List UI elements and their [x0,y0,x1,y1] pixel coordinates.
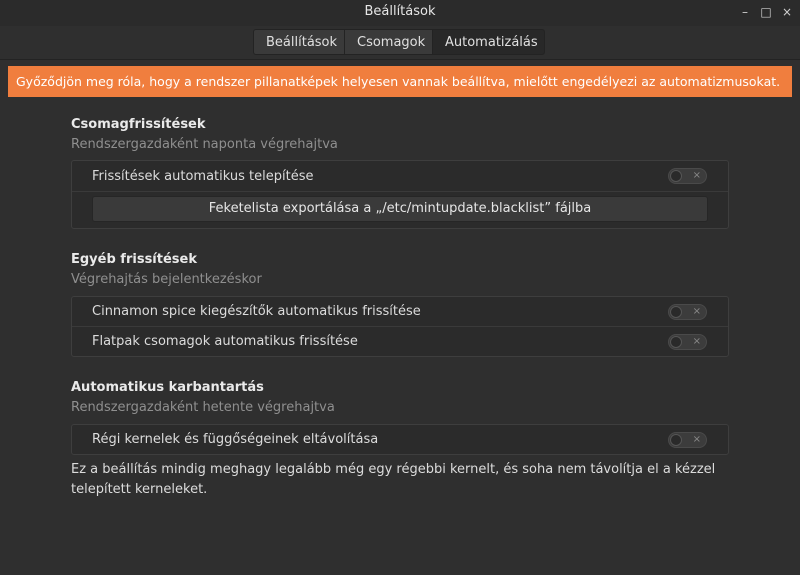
title-bar[interactable]: Beállítások – □ × [0,0,800,26]
section-subtitle-maintenance: Rendszergazdaként hetente végrehajtva [71,400,335,415]
cinnamon-spices-toggle[interactable]: × [668,304,707,320]
section-title-package-updates: Csomagfrissítések [71,117,206,132]
warning-banner: Győződjön meg róla, hogy a rendszer pill… [8,66,792,97]
toggle-knob [670,336,682,348]
toggle-knob [670,434,682,446]
remove-kernels-label: Régi kernelek és függőségeinek eltávolít… [92,432,379,447]
maximize-icon[interactable]: □ [759,5,773,19]
row-divider [72,326,728,327]
other-updates-group: Cinnamon spice kiegészítők automatikus f… [71,296,729,357]
toggle-knob [670,306,682,318]
toggle-off-icon: × [692,336,701,347]
section-title-maintenance: Automatikus karbantartás [71,380,264,395]
remove-kernels-toggle[interactable]: × [668,432,707,448]
tab-settings[interactable]: Beállítások [253,29,345,55]
toggle-off-icon: × [692,170,701,181]
tab-bar: Beállítások Csomagok Automatizálás [253,29,545,55]
maintenance-group: Régi kernelek és függőségeinek eltávolít… [71,424,729,455]
settings-window: Beállítások – □ × Beállítások Csomagok A… [0,0,800,575]
package-updates-group: Frissítések automatikus telepítése × Fek… [71,160,729,229]
minimize-icon[interactable]: – [738,5,752,19]
section-subtitle-package-updates: Rendszergazdaként naponta végrehajtva [71,137,338,152]
kernel-removal-note: Ez a beállítás mindig meghagy legalább m… [71,462,716,497]
cinnamon-spices-label: Cinnamon spice kiegészítők automatikus f… [92,304,421,319]
close-icon[interactable]: × [780,5,794,19]
section-title-other-updates: Egyéb frissítések [71,252,197,267]
tab-separator [0,59,800,60]
tab-packages[interactable]: Csomagok [344,29,433,55]
auto-install-toggle[interactable]: × [668,168,707,184]
toggle-off-icon: × [692,306,701,317]
flatpak-label: Flatpak csomagok automatikus frissítése [92,334,358,349]
window-title: Beállítások [364,4,436,19]
row-divider [72,191,728,192]
section-subtitle-other-updates: Végrehajtás bejelentkezéskor [71,272,262,287]
toggle-knob [670,170,682,182]
toggle-off-icon: × [692,434,701,445]
tab-automation[interactable]: Automatizálás [432,29,545,55]
auto-install-label: Frissítések automatikus telepítése [92,169,314,184]
export-blacklist-button[interactable]: Feketelista exportálása a „/etc/mintupda… [92,196,708,222]
flatpak-toggle[interactable]: × [668,334,707,350]
